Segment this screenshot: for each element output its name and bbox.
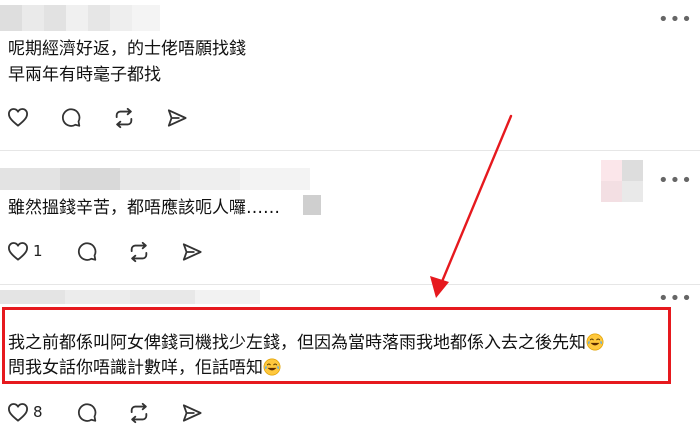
post-text-line: 早兩年有時毫子都找 xyxy=(8,65,161,85)
post-text-line: 呢期經濟好返，的士佬唔願找錢 xyxy=(8,39,246,59)
like-button[interactable]: 8 xyxy=(7,402,43,422)
comment-icon xyxy=(78,403,97,422)
comment-thread: ••• 呢期經濟好返，的士佬唔願找錢 早兩年有時毫子都找 ••• 雖然搵錢辛苦，… xyxy=(0,0,700,431)
blurred-sticker xyxy=(303,195,321,215)
repost-icon xyxy=(115,107,133,129)
heart-icon xyxy=(7,108,28,127)
avatar-blurred xyxy=(601,160,643,202)
annotation-arrow xyxy=(430,114,513,298)
more-options-button[interactable]: ••• xyxy=(658,11,693,29)
highlight-box xyxy=(2,307,671,384)
comment-button[interactable] xyxy=(76,402,98,423)
comment-button[interactable] xyxy=(60,107,82,128)
username-blurred xyxy=(0,290,260,304)
post-divider xyxy=(0,150,700,151)
repost-button[interactable] xyxy=(128,402,150,424)
share-button[interactable] xyxy=(181,242,203,262)
share-icon xyxy=(182,243,202,261)
post-text-line: 雖然搵錢辛苦，都唔應該呃人囉…… xyxy=(8,198,280,218)
repost-icon xyxy=(130,241,148,263)
comment-icon xyxy=(78,242,97,261)
heart-icon xyxy=(7,242,28,261)
comment-icon xyxy=(62,108,81,127)
share-icon xyxy=(182,404,202,422)
repost-icon xyxy=(130,402,148,424)
repost-button[interactable] xyxy=(128,241,150,263)
like-count: 8 xyxy=(33,402,43,421)
share-button[interactable] xyxy=(181,403,203,423)
comment-button[interactable] xyxy=(76,241,98,262)
share-button[interactable] xyxy=(166,108,188,128)
share-icon xyxy=(167,109,187,127)
like-button[interactable] xyxy=(7,107,29,127)
more-options-button[interactable]: ••• xyxy=(658,172,693,190)
like-button[interactable]: 1 xyxy=(7,241,43,261)
more-options-button[interactable]: ••• xyxy=(658,290,693,308)
like-count: 1 xyxy=(33,241,43,260)
username-blurred xyxy=(0,5,160,31)
heart-icon xyxy=(7,403,28,422)
post-divider xyxy=(0,284,700,285)
repost-button[interactable] xyxy=(113,107,135,129)
username-blurred xyxy=(0,168,310,190)
